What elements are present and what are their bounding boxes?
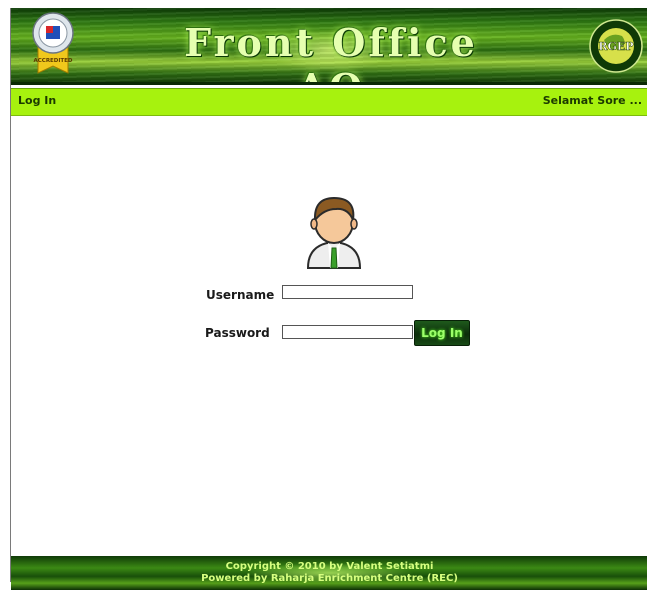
greeting-text: Selamat Sore ... bbox=[542, 94, 642, 107]
username-label: Username bbox=[206, 288, 275, 302]
page-frame: ACCREDITED Front Office AO RGEP Log In S… bbox=[10, 8, 647, 590]
password-input[interactable] bbox=[282, 325, 413, 339]
login-button[interactable]: Log In bbox=[414, 320, 470, 346]
password-label: Password bbox=[205, 326, 270, 340]
badge-accredited-text: ACCREDITED bbox=[33, 58, 72, 64]
user-avatar-icon bbox=[306, 196, 362, 269]
username-input[interactable] bbox=[282, 285, 413, 299]
nav-bar: Log In Selamat Sore ... bbox=[11, 88, 647, 116]
footer-copyright: Copyright © 2010 by Valent Setiatmi bbox=[225, 561, 434, 572]
rgep-logo-text: RGEP bbox=[598, 40, 633, 53]
header-banner: ACCREDITED Front Office AO RGEP bbox=[11, 8, 647, 85]
university-accreditation-badge-icon: ACCREDITED bbox=[32, 12, 74, 74]
footer-powered-by: Powered by Raharja Enrichment Centre (RE… bbox=[201, 573, 458, 584]
footer-banner: Copyright © 2010 by Valent Setiatmi Powe… bbox=[11, 556, 647, 590]
page-title: Front Office AO bbox=[184, 20, 478, 85]
rgep-globe-logo-icon: RGEP bbox=[589, 19, 643, 73]
login-nav-link[interactable]: Log In bbox=[18, 94, 56, 107]
